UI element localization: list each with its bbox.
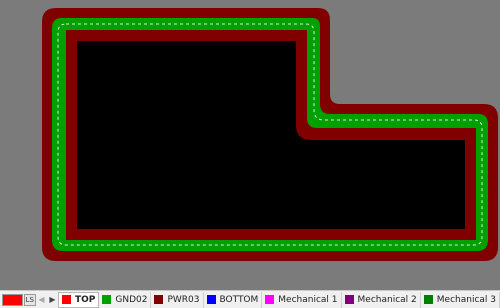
layer-color-swatch	[423, 295, 433, 304]
layer-tab-bar: LS ◀ ▶ TOP GND02 PWR03 BOTTOM Mechanical 1 Me…	[0, 290, 500, 308]
layer-tab-label: Mechanical 3	[436, 294, 496, 305]
layer-tab-label: Mechanical 2	[357, 294, 417, 305]
layer-tab-top[interactable]: TOP	[57, 291, 100, 308]
layer-tab-label: BOTTOM	[219, 294, 259, 305]
layer-color-swatch	[344, 295, 354, 304]
layer-tab-gnd02[interactable]: GND02	[99, 291, 152, 308]
layer-tab-label: TOP	[74, 294, 96, 305]
layer-tab-mechanical-1[interactable]: Mechanical 1	[262, 291, 342, 308]
layer-tab-label: PWR03	[167, 294, 200, 305]
chevron-right-icon[interactable]: ▶	[47, 293, 58, 307]
layer-tab-pwr03[interactable]: PWR03	[151, 291, 204, 308]
layer-tab-label: Mechanical 1	[278, 294, 338, 305]
layer-color-swatch	[102, 295, 112, 304]
layer-set-button[interactable]: LS	[23, 293, 36, 306]
layer-tab-bottom[interactable]: BOTTOM	[204, 291, 263, 308]
current-layer-swatch[interactable]	[2, 293, 23, 306]
layer-tab-mechanical-3[interactable]: Mechanical 3	[421, 291, 500, 308]
layer-tabs: TOP GND02 PWR03 BOTTOM Mechanical 1 Mechanica…	[57, 291, 500, 308]
layer-color-swatch	[206, 295, 216, 304]
layer-tab-mechanical-2[interactable]: Mechanical 2	[342, 291, 421, 308]
layer-color-swatch	[265, 295, 275, 304]
layer-color-swatch	[154, 295, 164, 304]
layer-tab-label: GND02	[115, 294, 148, 305]
layer-color-swatch	[61, 295, 71, 304]
pcb-canvas[interactable]	[0, 0, 500, 290]
chevron-left-icon[interactable]: ◀	[36, 293, 47, 307]
